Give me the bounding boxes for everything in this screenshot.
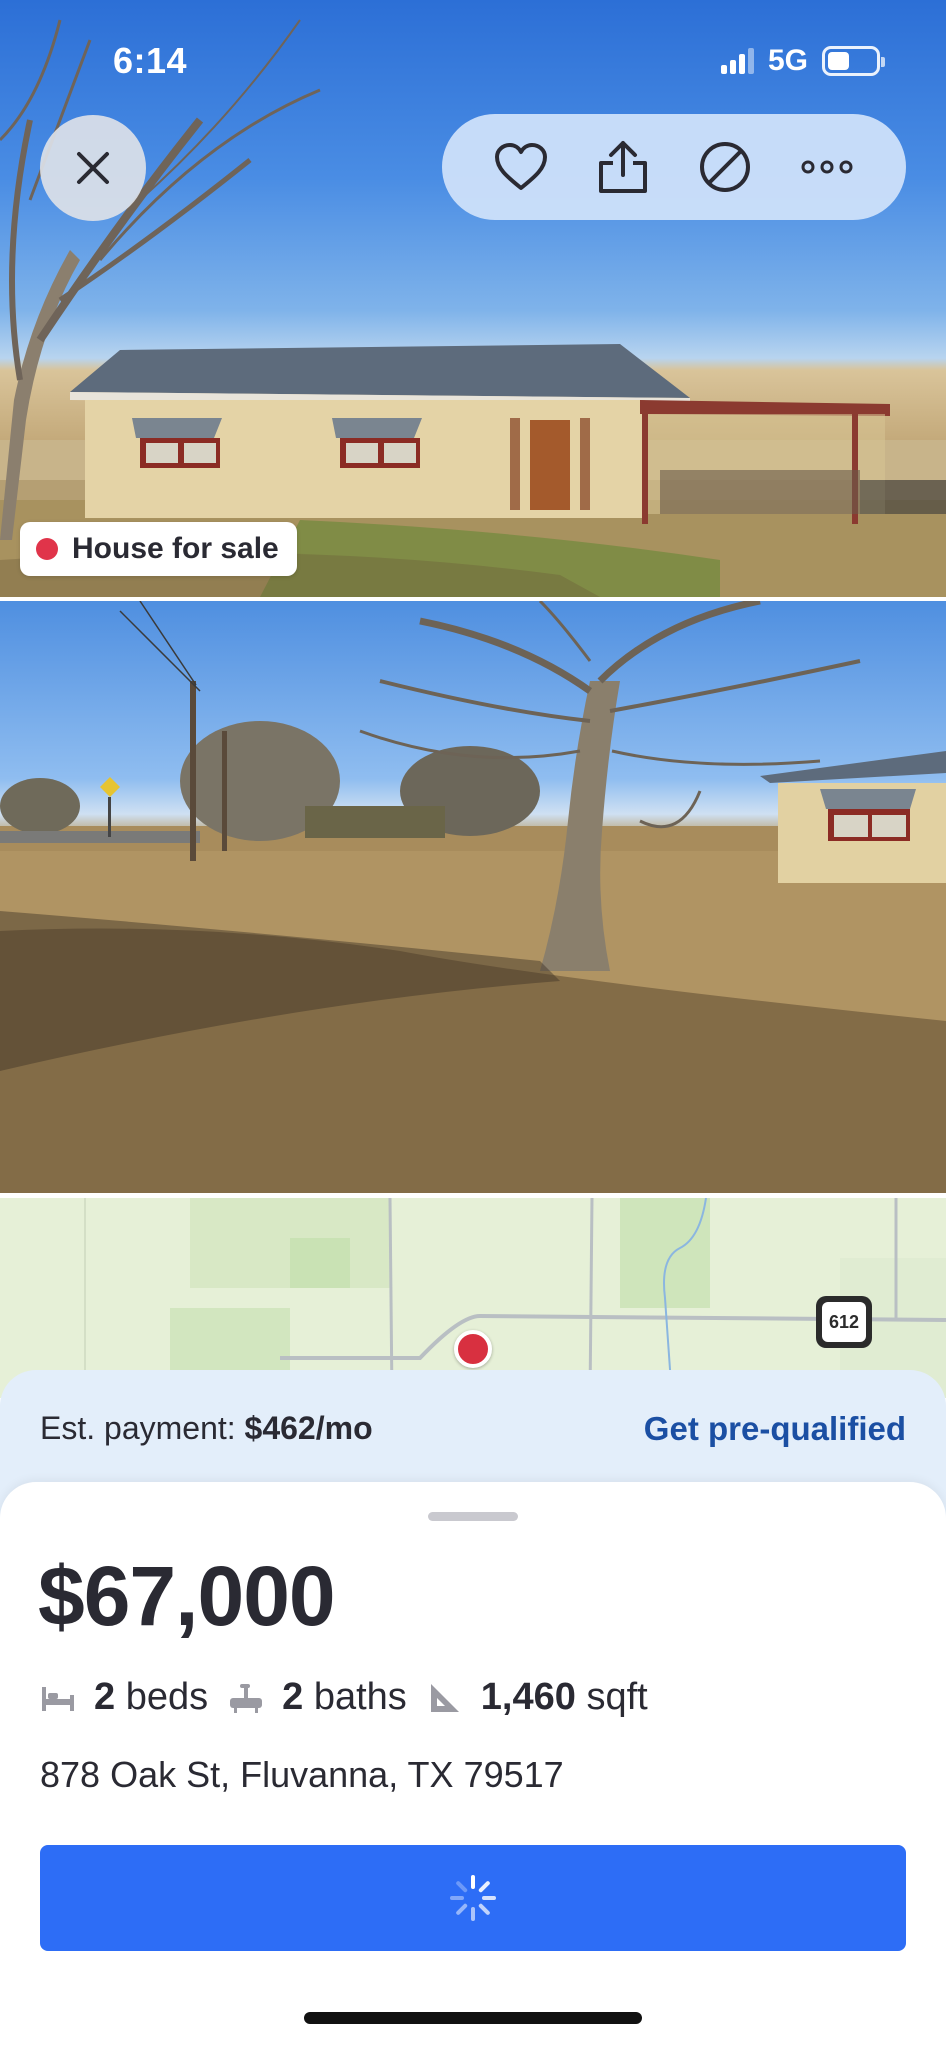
baths-fact: 2 baths [228,1676,407,1719]
baths-value: 2 [282,1676,304,1718]
favorite-button[interactable] [488,134,554,200]
network-label: 5G [767,44,808,77]
listing-price: $67,000 [38,1549,336,1643]
location-map[interactable] [0,1198,946,1398]
listing-status-badge: House for sale [20,522,297,576]
ruler-icon [427,1680,463,1716]
est-payment-label: Est. payment: [40,1410,236,1446]
listing-photo-2[interactable] [0,601,946,1193]
route-number: 612 [822,1302,866,1342]
map-pin-icon[interactable] [454,1330,492,1368]
heart-icon [495,143,547,190]
route-shield-icon: 612 [816,1296,872,1348]
more-button[interactable] [794,134,860,200]
sheet-drag-handle[interactable] [428,1512,518,1521]
map-tiles [0,1198,946,1398]
beds-fact: 2 beds [40,1676,208,1719]
share-button[interactable] [590,134,656,200]
beds-label: beds [125,1676,209,1718]
listing-facts: 2 beds 2 baths 1,460 sqft [40,1676,648,1719]
block-icon [700,142,750,192]
listing-status-label: House for sale [72,532,279,565]
close-button[interactable] [40,115,146,221]
loading-spinner-icon [450,1875,496,1921]
share-icon [599,141,647,193]
status-indicators: 5G [720,44,885,78]
house-front-image [0,19,946,597]
sqft-fact: 1,460 sqft [427,1676,648,1719]
more-icon [801,160,853,174]
get-prequalified-link[interactable]: Get pre-qualified [644,1410,906,1448]
bed-icon [40,1680,76,1716]
beds-value: 2 [94,1676,116,1718]
sqft-value: 1,460 [480,1676,576,1718]
listing-actions [442,114,906,220]
baths-label: baths [313,1676,407,1718]
battery-icon [822,46,885,76]
est-payment-amount: $462/mo [244,1410,373,1446]
primary-action-button[interactable] [40,1845,906,1951]
signal-icon [720,48,754,74]
est-payment: Est. payment: $462/mo [40,1410,373,1447]
listing-photo-1[interactable]: 6:14 5G House for sale [0,0,946,597]
close-icon [77,152,109,184]
status-dot-icon [36,538,58,560]
hide-button[interactable] [692,134,758,200]
status-time: 6:14 [113,40,188,81]
listing-details-sheet: $67,000 2 beds 2 baths 1,460 sqft 878 Oa… [0,1482,946,2048]
sqft-label: sqft [586,1676,648,1718]
home-indicator[interactable] [304,2012,642,2024]
bath-icon [228,1680,264,1716]
listing-address: 878 Oak St, Fluvanna, TX 79517 [40,1754,564,1795]
yard-image [0,601,946,1193]
